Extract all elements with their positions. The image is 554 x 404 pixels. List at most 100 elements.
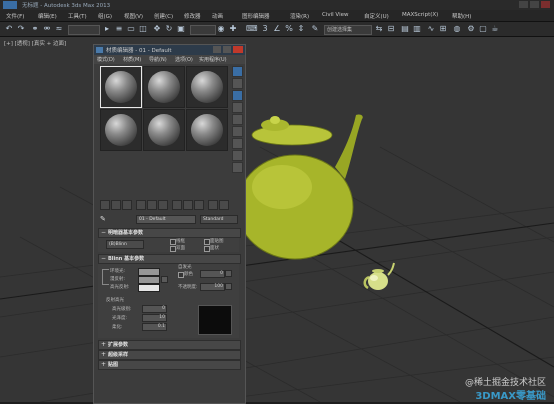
me-menu-options[interactable]: 选项(O) bbox=[175, 56, 193, 63]
menu-file[interactable]: 文件(F) bbox=[6, 12, 24, 20]
unlink-icon[interactable]: ⚮ bbox=[42, 24, 52, 34]
rendered-frame-icon[interactable]: ▢ bbox=[478, 24, 488, 34]
eyedropper-icon[interactable]: ✎ bbox=[100, 215, 106, 223]
make-preview-icon[interactable] bbox=[232, 126, 243, 137]
sample-slot[interactable] bbox=[143, 66, 185, 108]
menu-modifiers[interactable]: 修改器 bbox=[184, 12, 201, 20]
app-logo-icon[interactable] bbox=[3, 1, 17, 9]
scale-icon[interactable]: ▣ bbox=[176, 24, 186, 34]
menu-civil-view[interactable]: Civil View bbox=[322, 12, 348, 18]
window-crossing-icon[interactable]: ◫ bbox=[138, 24, 148, 34]
move-icon[interactable]: ✥ bbox=[152, 24, 162, 34]
material-name-field[interactable]: 01 - Default bbox=[136, 215, 196, 224]
sample-slot[interactable] bbox=[186, 66, 228, 108]
opacity-map-button[interactable] bbox=[225, 283, 232, 290]
show-in-viewport-icon[interactable] bbox=[183, 200, 193, 210]
edit-named-selection-icon[interactable]: ✎ bbox=[310, 24, 320, 34]
keyboard-shortcut-icon[interactable]: ⌨ bbox=[246, 24, 258, 34]
spec-level-spinner[interactable]: 0 bbox=[142, 305, 167, 313]
redo-icon[interactable]: ↷ bbox=[16, 24, 26, 34]
reset-map-icon[interactable] bbox=[136, 200, 146, 210]
glossiness-spinner[interactable]: 10 bbox=[142, 314, 167, 322]
sample-slot[interactable] bbox=[143, 109, 185, 151]
material-type-button[interactable]: Standard bbox=[200, 215, 238, 224]
uv-tiling-icon[interactable] bbox=[232, 102, 243, 113]
assign-to-selection-icon[interactable] bbox=[122, 200, 132, 210]
video-color-check-icon[interactable] bbox=[232, 114, 243, 125]
shader-basic-params-rollout[interactable]: − 明暗器基本参数 bbox=[98, 228, 241, 238]
diffuse-map-button[interactable] bbox=[161, 276, 168, 283]
selection-filter-dropdown[interactable] bbox=[68, 25, 100, 35]
undo-icon[interactable]: ↶ bbox=[4, 24, 14, 34]
menu-help[interactable]: 帮助(H) bbox=[452, 12, 471, 20]
menu-animation[interactable]: 动画 bbox=[212, 12, 223, 20]
angle-snap-icon[interactable]: ∠ bbox=[272, 24, 282, 34]
named-selection-set-dropdown[interactable]: 创建选择集 bbox=[324, 25, 372, 35]
perspective-viewport[interactable]: [+] [透视] [真实 + 边面] @稀土掘金技术社区 3DMAX零基础 bbox=[0, 37, 554, 402]
menu-graph-editors[interactable]: 图形编辑器 bbox=[242, 12, 270, 20]
snaps-toggle-icon[interactable]: 3 bbox=[260, 24, 270, 34]
blinn-basic-params-rollout[interactable]: − Blinn 基本参数 bbox=[98, 254, 241, 264]
me-menu-modes[interactable]: 模式(D) bbox=[97, 56, 115, 63]
layer-manager-icon[interactable]: ▤ bbox=[400, 24, 410, 34]
show-end-result-icon[interactable] bbox=[194, 200, 204, 210]
select-object-icon[interactable]: ▸ bbox=[102, 24, 112, 34]
me-menu-material[interactable]: 材质(M) bbox=[123, 56, 141, 63]
select-by-material-icon[interactable] bbox=[232, 150, 243, 161]
opacity-spinner[interactable]: 100 bbox=[200, 283, 225, 291]
make-unique-icon[interactable] bbox=[147, 200, 157, 210]
ambient-swatch[interactable] bbox=[138, 268, 160, 276]
maps-rollout[interactable]: + 贴图 bbox=[98, 360, 241, 370]
go-forward-sibling-icon[interactable] bbox=[219, 200, 229, 210]
maximize-icon[interactable] bbox=[223, 46, 231, 53]
menu-group[interactable]: 组(G) bbox=[98, 12, 112, 20]
options-icon[interactable] bbox=[232, 138, 243, 149]
teapot-small[interactable] bbox=[363, 262, 395, 290]
close-icon[interactable] bbox=[541, 1, 550, 8]
menu-rendering[interactable]: 渲染(R) bbox=[290, 12, 309, 20]
minimize-icon[interactable] bbox=[519, 1, 528, 8]
menu-create[interactable]: 创建(C) bbox=[154, 12, 173, 20]
material-editor-icon[interactable]: ◍ bbox=[452, 24, 462, 34]
shader-type-dropdown[interactable]: (B)Blinn bbox=[106, 240, 144, 249]
backlight-icon[interactable] bbox=[232, 78, 243, 89]
sample-slot[interactable] bbox=[186, 109, 228, 151]
pivot-center-icon[interactable]: ◉ bbox=[216, 24, 226, 34]
schematic-view-icon[interactable]: ⊞ bbox=[438, 24, 448, 34]
self-illum-spinner[interactable]: 0 bbox=[200, 270, 225, 278]
specular-swatch[interactable] bbox=[138, 284, 160, 292]
minimize-icon[interactable] bbox=[213, 46, 221, 53]
sample-type-icon[interactable] bbox=[232, 66, 243, 77]
align-icon[interactable]: ⊟ bbox=[386, 24, 396, 34]
teapot-large[interactable] bbox=[222, 114, 363, 260]
menu-view[interactable]: 视图(V) bbox=[124, 12, 143, 20]
spinner-snap-icon[interactable]: ⇕ bbox=[296, 24, 306, 34]
diffuse-swatch[interactable] bbox=[138, 276, 160, 284]
maximize-icon[interactable] bbox=[530, 1, 539, 8]
ribbon-icon[interactable]: ▥ bbox=[412, 24, 422, 34]
put-to-library-icon[interactable] bbox=[158, 200, 168, 210]
extended-params-rollout[interactable]: + 扩展参数 bbox=[98, 340, 241, 350]
get-material-icon[interactable] bbox=[100, 200, 110, 210]
material-id-channel-icon[interactable] bbox=[172, 200, 182, 210]
link-icon[interactable]: ⚭ bbox=[30, 24, 40, 34]
viewport-label[interactable]: [+] [透视] [真实 + 边面] bbox=[4, 39, 66, 47]
mirror-icon[interactable]: ⇆ bbox=[374, 24, 384, 34]
select-by-name-icon[interactable]: ≡ bbox=[114, 24, 124, 34]
percent-snap-icon[interactable]: % bbox=[284, 24, 294, 34]
background-icon[interactable] bbox=[232, 90, 243, 101]
go-to-parent-icon[interactable] bbox=[208, 200, 218, 210]
region-select-icon[interactable]: ▭ bbox=[126, 24, 136, 34]
menu-tools[interactable]: 工具(T) bbox=[68, 12, 87, 20]
put-to-scene-icon[interactable] bbox=[111, 200, 121, 210]
me-menu-utilities[interactable]: 实用程序(U) bbox=[199, 56, 227, 63]
self-illum-map-button[interactable] bbox=[225, 270, 232, 277]
render-setup-icon[interactable]: ⚙ bbox=[466, 24, 476, 34]
select-manipulate-icon[interactable]: ✚ bbox=[228, 24, 238, 34]
menu-customize[interactable]: 自定义(U) bbox=[364, 12, 389, 20]
close-icon[interactable] bbox=[233, 46, 243, 53]
material-map-navigator-icon[interactable] bbox=[232, 162, 243, 173]
rotate-icon[interactable]: ↻ bbox=[164, 24, 174, 34]
supersampling-rollout[interactable]: + 超级采样 bbox=[98, 350, 241, 360]
menu-edit[interactable]: 编辑(E) bbox=[38, 12, 57, 20]
